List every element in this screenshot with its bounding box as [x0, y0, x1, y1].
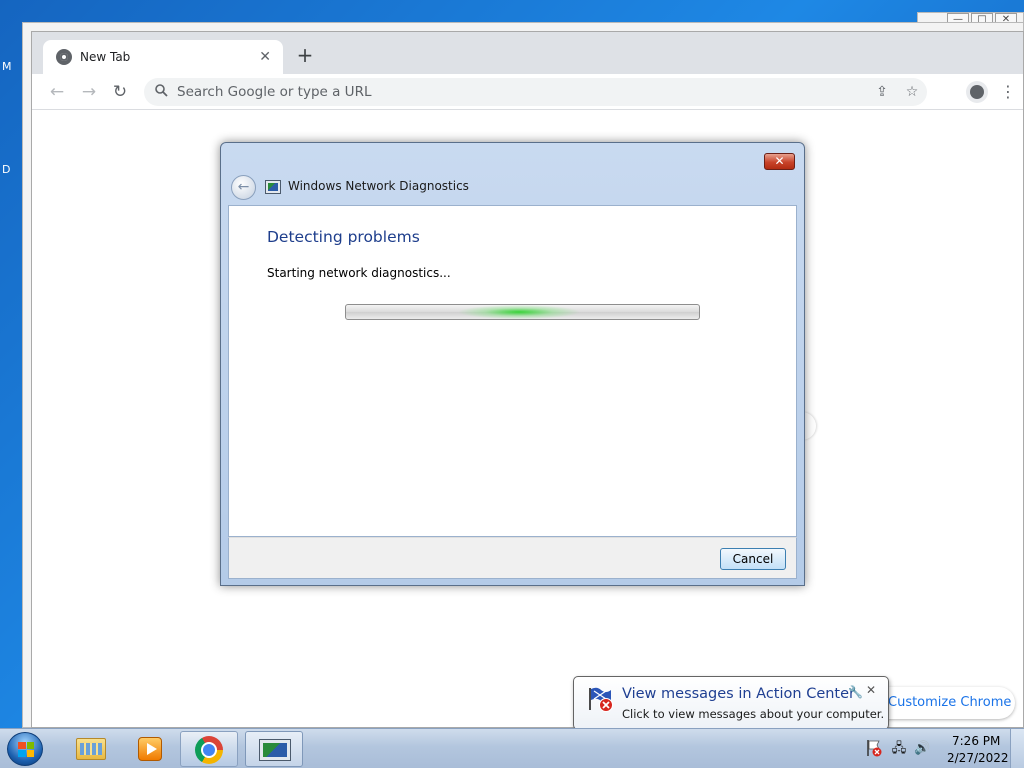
- omnibox[interactable]: Search Google or type a URL ⇪ ☆: [144, 78, 927, 106]
- customize-chrome-button[interactable]: Customize Chrome: [870, 687, 1015, 719]
- reload-button[interactable]: ↻: [107, 79, 133, 105]
- taskbar-network-diagnostics-button[interactable]: [245, 731, 303, 767]
- folder-icon: [76, 738, 106, 760]
- dialog-close-button[interactable]: ✕: [764, 153, 795, 170]
- profile-icon: [970, 85, 984, 99]
- new-tab-button[interactable]: +: [294, 44, 316, 66]
- chrome-favicon-icon: [56, 49, 72, 65]
- network-diagnostics-dialog: ✕ ← Windows Network Diagnostics Detectin…: [220, 142, 805, 586]
- dialog-title: Windows Network Diagnostics: [288, 179, 469, 193]
- forward-button[interactable]: →: [76, 79, 102, 105]
- media-player-icon: [138, 737, 162, 761]
- balloon-title: View messages in Action Center: [622, 686, 855, 702]
- taskbar-explorer-button[interactable]: [60, 731, 118, 767]
- taskbar-chrome-button[interactable]: [180, 731, 238, 767]
- clock-date[interactable]: 2/27/2022: [947, 751, 1009, 765]
- dialog-heading: Detecting problems: [267, 228, 420, 246]
- network-tray-icon[interactable]: 🖧: [891, 741, 907, 757]
- tab-new-tab[interactable]: New Tab ✕: [43, 40, 283, 74]
- balloon-message: Click to view messages about your comput…: [622, 707, 885, 721]
- action-center-flag-icon: [589, 687, 613, 712]
- tab-title: New Tab: [80, 50, 131, 64]
- clock-time[interactable]: 7:26 PM: [952, 734, 1000, 748]
- share-icon[interactable]: ⇪: [867, 84, 897, 100]
- search-icon: [155, 83, 173, 101]
- tab-strip: New Tab ✕ +: [32, 32, 1023, 74]
- taskbar: 🖧 🔊 7:26 PM 2/27/2022: [0, 728, 1024, 768]
- progress-marquee: [458, 305, 579, 319]
- dialog-back-button[interactable]: ←: [231, 175, 256, 200]
- desktop-icon-label: D: [2, 163, 11, 176]
- windows-logo-icon: [18, 742, 34, 757]
- show-desktop-button[interactable]: [1010, 729, 1024, 768]
- action-center-balloon[interactable]: View messages in Action Center Click to …: [573, 676, 889, 741]
- start-button[interactable]: [7, 732, 43, 766]
- action-center-tray-icon[interactable]: [866, 739, 882, 757]
- balloon-options-icon[interactable]: 🔧: [848, 685, 863, 699]
- toolbar: ← → ↻ Search Google or type a URL ⇪ ☆ ⋮: [32, 74, 1023, 110]
- bookmark-star-icon[interactable]: ☆: [897, 84, 927, 100]
- balloon-close-icon[interactable]: ✕: [866, 683, 876, 697]
- omnibox-placeholder: Search Google or type a URL: [177, 84, 372, 100]
- cancel-button[interactable]: Cancel: [720, 548, 786, 570]
- back-button[interactable]: ←: [44, 79, 70, 105]
- network-diagnostics-icon: [259, 739, 291, 761]
- dialog-content: Detecting problems Starting network diag…: [228, 205, 797, 537]
- dialog-footer: Cancel: [228, 537, 797, 579]
- chrome-icon: [195, 736, 223, 764]
- desktop-icon-label: M: [2, 60, 12, 73]
- chrome-menu-button[interactable]: ⋮: [998, 79, 1018, 105]
- taskbar-media-player-button[interactable]: [119, 731, 177, 767]
- tab-close-icon[interactable]: ✕: [259, 49, 271, 65]
- volume-tray-icon[interactable]: 🔊: [914, 741, 930, 757]
- progress-bar: [345, 304, 700, 320]
- profile-button[interactable]: [966, 81, 988, 103]
- network-diagnostics-icon: [265, 180, 281, 194]
- status-text: Starting network diagnostics...: [267, 266, 451, 280]
